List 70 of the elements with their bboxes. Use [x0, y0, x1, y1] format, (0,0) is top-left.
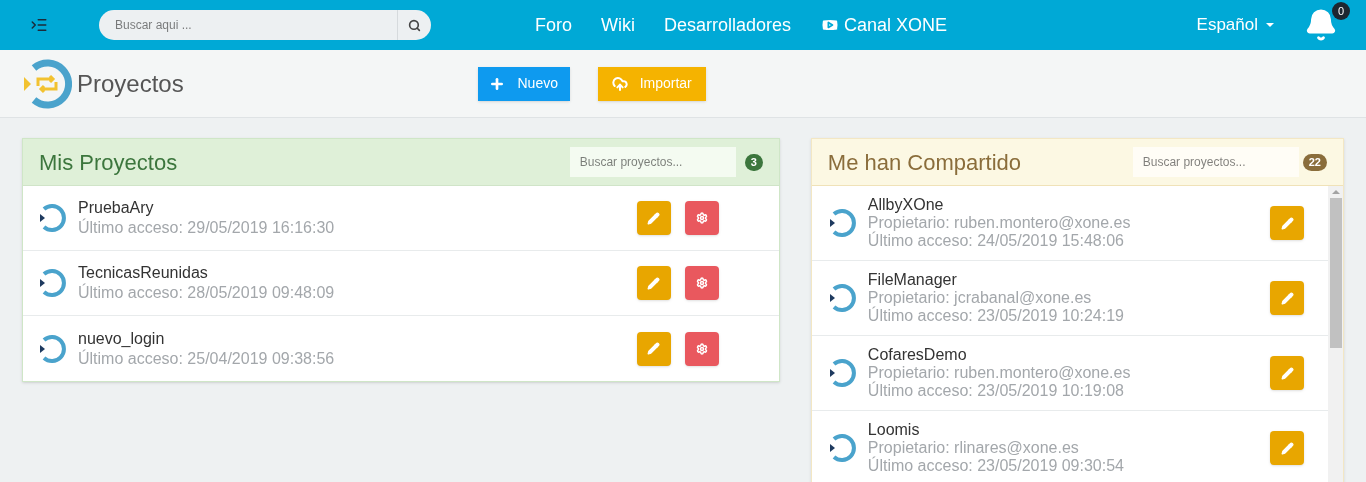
project-icon: [38, 333, 68, 364]
shared-project-row[interactable]: CofaresDemo Propietario: ruben.montero@xone.es Último acceso: 23/05/2019 10:19:08: [811, 336, 1328, 411]
settings-button[interactable]: [684, 266, 719, 300]
settings-icon: [695, 212, 708, 224]
project-name: nuevo_login: [78, 328, 166, 349]
shared-project-row[interactable]: FileManager Propietario: jcrabanal@xone.es Último acceso: 23/05/2019 10:24:19: [811, 261, 1328, 336]
last-access: Último acceso: 23/05/2019 10:19:08: [867, 382, 1125, 400]
settings-icon: [695, 342, 708, 355]
project-name: AllbyXOne: [867, 196, 945, 214]
plus-icon: [489, 75, 506, 92]
project-owner: Propietario: ruben.montero@xone.es: [867, 364, 1131, 382]
last-access: Último acceso: 24/05/2019 15:48:06: [867, 232, 1125, 250]
project-name: PruebaAry: [78, 198, 155, 218]
search-field[interactable]: Buscar aqui ...: [99, 10, 397, 40]
last-access: Último acceso: 23/05/2019 09:30:54: [867, 457, 1124, 475]
panel-title: Me han Compartido: [827, 148, 1022, 177]
edit-button[interactable]: [1270, 431, 1304, 465]
edit-button[interactable]: [636, 266, 671, 300]
edit-button[interactable]: [636, 331, 671, 366]
last-access: Último acceso: 25/04/2019 09:38:56: [78, 348, 335, 369]
project-row[interactable]: PruebaAry Último acceso: 29/05/2019 16:16:30: [23, 186, 779, 251]
project-row[interactable]: nuevo_login Último acceso: 25/04/2019 09:38:56: [23, 316, 779, 381]
settings-icon: [695, 277, 708, 289]
panel-title: Mis Proyectos: [39, 148, 178, 177]
project-icon: [38, 203, 68, 233]
pencil-icon: [1280, 216, 1294, 230]
pencil-icon: [647, 211, 661, 225]
logo-icon: [22, 58, 72, 109]
edit-button[interactable]: [1270, 281, 1304, 315]
settings-button[interactable]: [684, 331, 719, 366]
project-owner: Propietario: jcrabanal@xone.es: [867, 289, 1093, 307]
edit-button[interactable]: [1270, 206, 1304, 240]
project-name: Loomis: [867, 421, 921, 439]
project-name: CofaresDemo: [867, 346, 968, 364]
edit-button[interactable]: [1270, 356, 1304, 390]
shared-project-row[interactable]: AllbyXOne Propietario: ruben.montero@xone.es Último acceso: 24/05/2019 15:48:06: [811, 186, 1328, 261]
pencil-icon: [647, 342, 661, 355]
search-button[interactable]: [397, 10, 431, 40]
page-title: Proyectos: [77, 68, 184, 99]
project-icon: [827, 283, 858, 313]
last-access: Último acceso: 23/05/2019 10:24:19: [867, 307, 1124, 325]
menu-icon[interactable]: [30, 16, 48, 34]
search-icon: [408, 18, 421, 32]
project-name: FileManager: [867, 271, 958, 289]
bell-icon[interactable]: [1304, 8, 1338, 42]
cloud-upload-icon: [611, 75, 628, 92]
project-icon: [38, 268, 68, 298]
project-icon: [827, 433, 858, 463]
count-badge: 3: [744, 153, 763, 171]
settings-button[interactable]: [684, 201, 719, 235]
notification-badge: 0: [1332, 2, 1350, 20]
project-icon: [827, 358, 858, 388]
scrollbar[interactable]: [1328, 186, 1343, 482]
project-owner: Propietario: rlinares@xone.es: [867, 439, 1080, 457]
pencil-icon: [1280, 366, 1294, 380]
project-search-field[interactable]: Buscar proyectos...: [1132, 147, 1299, 177]
pencil-icon: [1280, 441, 1294, 455]
caret-icon: [1266, 23, 1274, 27]
project-name: TecnicasReunidas: [78, 263, 209, 283]
edit-button[interactable]: [636, 201, 671, 235]
project-search-field[interactable]: Buscar proyectos...: [569, 147, 736, 177]
project-row[interactable]: TecnicasReunidas Último acceso: 28/05/2019 09:48:09: [23, 251, 779, 316]
count-badge: 22: [1302, 153, 1327, 171]
pencil-icon: [1280, 291, 1294, 305]
last-access: Último acceso: 28/05/2019 09:48:09: [78, 283, 335, 303]
pencil-icon: [647, 276, 661, 290]
shared-project-row[interactable]: Loomis Propietario: rlinares@xone.es Último acceso: 23/05/2019 09:30:54: [811, 411, 1328, 482]
last-access: Último acceso: 29/05/2019 16:16:30: [78, 218, 335, 238]
project-owner: Propietario: ruben.montero@xone.es: [867, 214, 1131, 232]
project-icon: [827, 208, 858, 238]
